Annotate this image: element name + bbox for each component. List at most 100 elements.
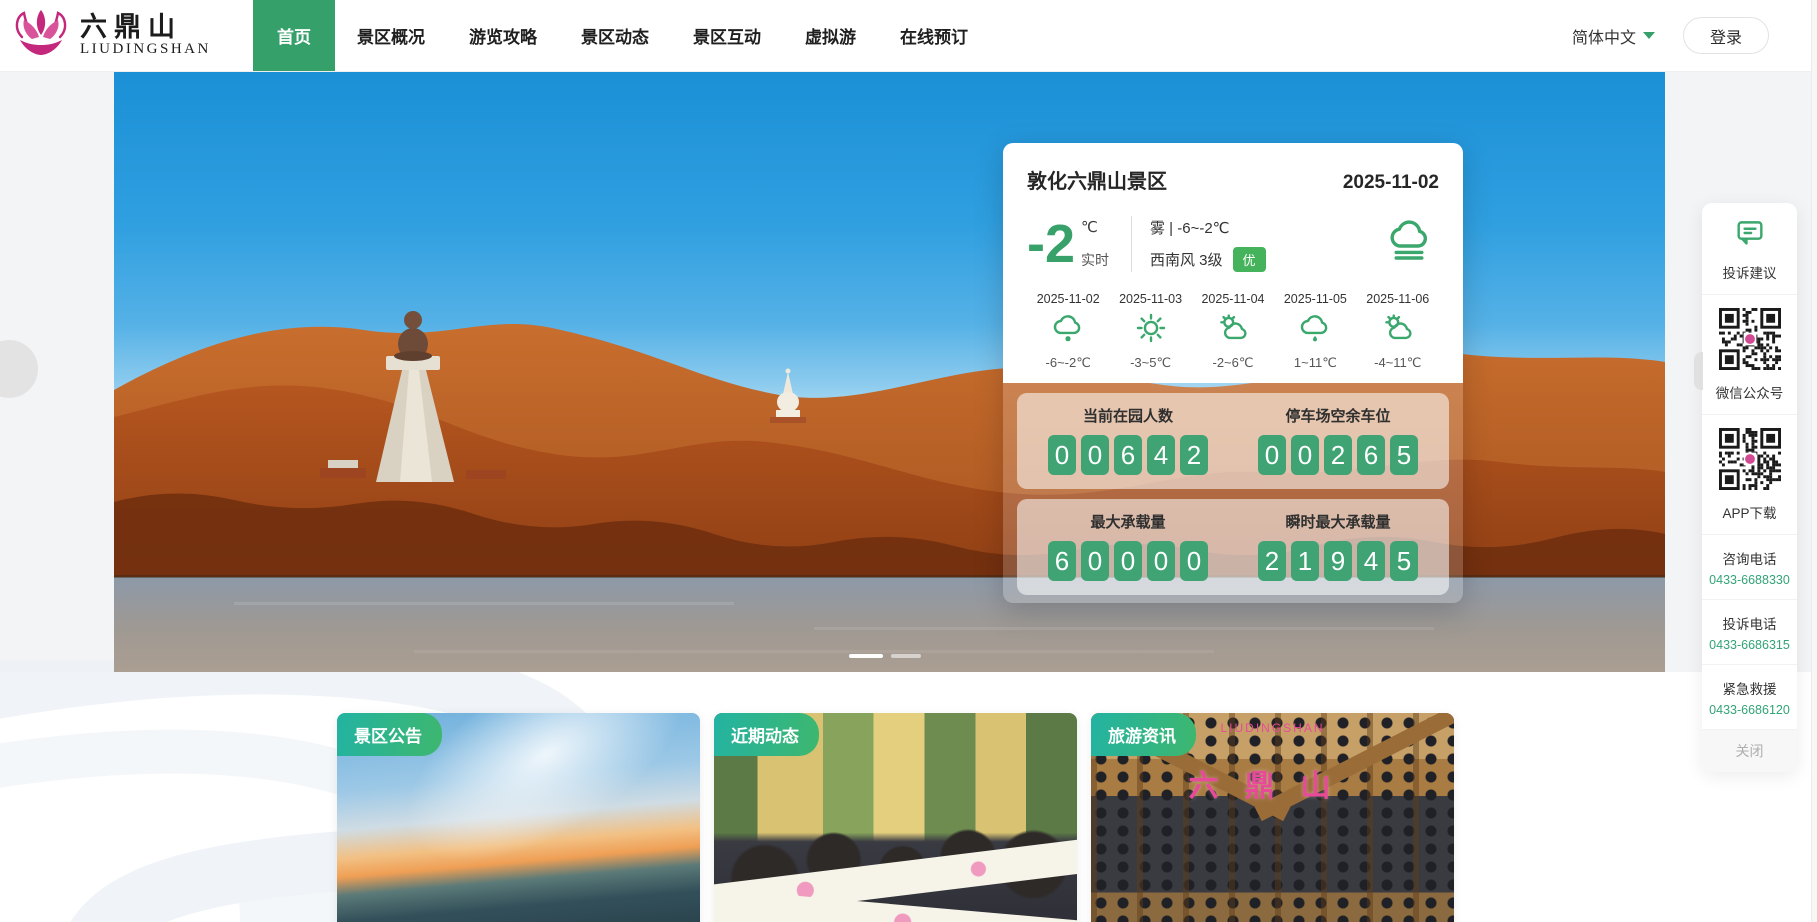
stat-label: 停车场空余车位 (1285, 405, 1390, 426)
digit-box: 0 (1081, 435, 1109, 475)
nav-item-home[interactable]: 首页 (253, 0, 335, 71)
stat-digits: 60000 (1048, 541, 1208, 581)
forecast-date: 2025-11-03 (1119, 292, 1182, 306)
digit-box: 0 (1258, 435, 1286, 475)
nav-item-vr[interactable]: 虚拟游 (783, 0, 878, 71)
sidebar-item-app-qr: APP下载 (1702, 415, 1797, 535)
nav-item-news[interactable]: 景区动态 (559, 0, 671, 71)
digit-box: 5 (1390, 541, 1418, 581)
brand-name-cn: 六鼎山 (80, 13, 211, 41)
air-quality-badge: 优 (1233, 247, 1266, 272)
language-label: 简体中文 (1572, 24, 1636, 48)
brand-name-en: LIUDINGSHAN (80, 42, 211, 58)
sun-icon (1132, 311, 1170, 350)
stat-3: 瞬时最大承载量 21945 (1233, 511, 1443, 581)
chevron-down-icon (1643, 32, 1655, 39)
digit-box: 2 (1180, 435, 1208, 475)
forecast-temp: -3~5℃ (1130, 355, 1171, 371)
sidebar-item-wechat-qr: 微信公众号 (1702, 295, 1797, 415)
nav-item-overview[interactable]: 景区概况 (335, 0, 447, 71)
stat-digits: 00642 (1048, 435, 1208, 475)
digit-box: 6 (1114, 435, 1142, 475)
forecast-temp: -2~6℃ (1212, 355, 1253, 371)
floating-sidebar: 投诉建议微信公众号APP下载咨询电话0433-6688330投诉电话0433-6… (1702, 203, 1797, 772)
forecast-day: 2025-11-04-2~6℃ (1192, 292, 1274, 371)
sidebar-item-feedback[interactable]: 投诉建议 (1702, 203, 1797, 295)
phone-number: 0433-6686315 (1709, 638, 1790, 652)
stat-label: 瞬时最大承载量 (1285, 511, 1390, 532)
visitor-stats: 当前在园人数00642停车场空余车位00265最大承载量60000瞬时最大承载量… (1003, 383, 1463, 603)
nav-item-booking[interactable]: 在线预订 (878, 0, 990, 71)
digit-box: 2 (1258, 541, 1286, 581)
sidebar-item-phone-2: 紧急救援0433-6686120 (1702, 665, 1797, 730)
card-badge: 景区公告 (337, 713, 442, 756)
language-selector[interactable]: 简体中文 (1572, 24, 1655, 48)
forecast-day: 2025-11-02-6~-2℃ (1027, 292, 1109, 371)
stat-0: 当前在园人数 00642 (1023, 405, 1233, 475)
liudingshan-homepage: 六鼎山 LIUDINGSHAN 首页景区概况游览攻略景区动态景区互动虚拟游在线预… (0, 0, 1817, 922)
news-card-notice[interactable]: 景区公告 (337, 713, 700, 922)
digit-box: 6 (1357, 435, 1385, 475)
wechat-qr-code (1719, 308, 1781, 375)
news-card-recent[interactable]: 近期动态 (714, 713, 1077, 922)
weather-date: 2025-11-02 (1343, 172, 1439, 194)
current-condition: 雾 | -6~-2℃ (1150, 217, 1266, 238)
brand-logo[interactable]: 六鼎山 LIUDINGSHAN (0, 0, 245, 71)
news-card-info[interactable]: LIUDINGSHAN六鼎山旅游资讯 (1091, 713, 1454, 922)
feedback-comment-icon (1732, 216, 1768, 255)
feedback-label: 投诉建议 (1723, 262, 1777, 282)
digit-box: 0 (1180, 541, 1208, 581)
stat-2: 最大承载量 60000 (1023, 511, 1233, 581)
forecast-day: 2025-11-06-4~11℃ (1357, 292, 1439, 371)
login-button[interactable]: 登录 (1683, 17, 1769, 54)
fog-icon (1381, 218, 1437, 271)
weather-widget: 敦化六鼎山景区 2025-11-02 -2 ℃ 实时 雾 | -6~-2℃ 西南… (1003, 143, 1463, 603)
sidebar-close-button[interactable]: 关闭 (1702, 730, 1797, 772)
phone-label: 咨询电话 (1723, 548, 1777, 568)
stat-digits: 21945 (1258, 541, 1418, 581)
carousel-indicator-active[interactable] (849, 654, 883, 658)
temp-unit: ℃ (1081, 218, 1109, 236)
stat-label: 当前在园人数 (1083, 405, 1173, 426)
card-photo-logo-text: LIUDINGSHAN (1220, 721, 1324, 735)
snow-cloud-icon (1049, 311, 1087, 350)
page-scrollbar[interactable] (1811, 0, 1817, 922)
current-temp: -2 (1027, 217, 1075, 271)
carousel-indicators (849, 654, 921, 658)
carousel-indicator[interactable] (891, 654, 921, 658)
forecast-day: 2025-11-051~11℃ (1274, 292, 1356, 371)
digit-box: 0 (1048, 435, 1076, 475)
divider (1131, 216, 1132, 272)
navbar: 六鼎山 LIUDINGSHAN 首页景区概况游览攻略景区动态景区互动虚拟游在线预… (0, 0, 1817, 72)
nav-item-interact[interactable]: 景区互动 (671, 0, 783, 71)
digit-box: 4 (1357, 541, 1385, 581)
digit-box: 0 (1081, 541, 1109, 581)
digit-box: 9 (1324, 541, 1352, 581)
brand-text: 六鼎山 LIUDINGSHAN (80, 13, 211, 57)
forecast-temp: 1~11℃ (1294, 355, 1337, 371)
partly-cloudy-icon (1214, 311, 1252, 350)
app-label: APP下载 (1722, 502, 1776, 522)
wechat-label: 微信公众号 (1716, 382, 1784, 402)
forecast-date: 2025-11-02 (1037, 292, 1100, 306)
phone-label: 投诉电话 (1723, 613, 1777, 633)
main-nav: 首页景区概况游览攻略景区动态景区互动虚拟游在线预订 (253, 0, 990, 71)
card-badge: 近期动态 (714, 713, 819, 756)
digit-box: 2 (1324, 435, 1352, 475)
digit-box: 0 (1147, 541, 1175, 581)
nav-item-guide[interactable]: 游览攻略 (447, 0, 559, 71)
weather-title: 敦化六鼎山景区 (1027, 165, 1167, 194)
stats-row: 当前在园人数00642停车场空余车位00265 (1017, 393, 1449, 489)
digit-box: 0 (1114, 541, 1142, 581)
stat-label: 最大承载量 (1090, 511, 1165, 532)
weather-current: -2 ℃ 实时 雾 | -6~-2℃ 西南风 3级 优 (1027, 208, 1439, 280)
sidebar-item-phone-1: 投诉电话 0433-6686315 (1702, 600, 1797, 665)
news-cards-row: 景区公告 近期动态 LIUDINGSHAN六鼎山旅游资讯 (337, 713, 1454, 922)
weather-panel: 敦化六鼎山景区 2025-11-02 -2 ℃ 实时 雾 | -6~-2℃ 西南… (1003, 143, 1463, 383)
realtime-label: 实时 (1081, 250, 1109, 270)
sidebar-collapse-handle[interactable] (1694, 352, 1703, 390)
forecast-temp: -4~11℃ (1374, 355, 1421, 371)
digit-box: 5 (1390, 435, 1418, 475)
rain-cloud-icon (1296, 311, 1334, 350)
forecast-row: 2025-11-02-6~-2℃ 2025-11-03 -3~5℃ 2025-11-0… (1027, 292, 1439, 371)
